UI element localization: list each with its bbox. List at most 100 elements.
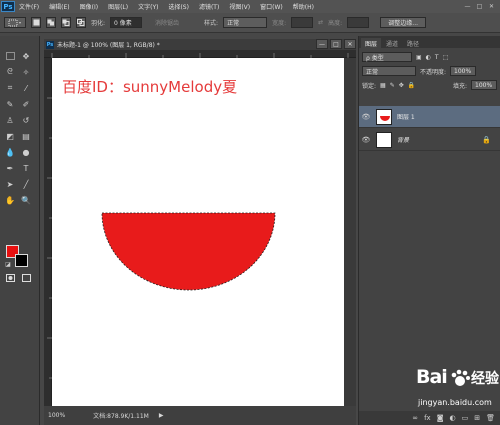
toolbox: ✥ ᘓ ✧ ⌗ ⁄ ✎ ✐ ♙ ↺ ◩ ▤ 💧 ● ✒ T ➤ ╱ ✋ 🔍 ◪ [0, 36, 40, 425]
antialias-checkbox[interactable]: 消除锯齿 [155, 18, 179, 27]
fill-input[interactable]: 100% [471, 80, 497, 90]
doc-minimize-button[interactable]: — [316, 39, 328, 49]
baidu-paw-icon [451, 369, 470, 386]
subtract-selection-icon[interactable] [61, 17, 71, 28]
line-tool-icon[interactable]: ╱ [20, 178, 32, 190]
layer-thumbnail [376, 131, 392, 148]
type-tool-icon[interactable]: T [20, 162, 32, 174]
lock-label: 锁定: [362, 82, 377, 90]
crop-tool-icon[interactable]: ⌗ [4, 82, 16, 94]
refine-edge-button[interactable]: 调整边缘... [380, 17, 427, 28]
clone-stamp-tool-icon[interactable]: ♙ [4, 114, 16, 126]
dodge-tool-icon[interactable]: ● [20, 146, 32, 158]
layer-name[interactable]: 图层 1 [397, 112, 415, 121]
path-selection-tool-icon[interactable]: ➤ [4, 178, 16, 190]
blur-tool-icon[interactable]: 💧 [4, 146, 16, 158]
lock-paint-icon[interactable]: ✎ [390, 82, 395, 89]
eraser-tool-icon[interactable]: ◩ [4, 130, 16, 142]
minimize-button[interactable]: — [463, 3, 472, 11]
new-selection-icon[interactable] [31, 17, 41, 28]
height-label: 高度: [328, 20, 343, 27]
history-brush-tool-icon[interactable]: ↺ [20, 114, 32, 126]
feather-label: 羽化: [91, 20, 106, 27]
doc-close-button[interactable]: ✕ [344, 39, 356, 49]
lock-all-icon[interactable]: 🔒 [408, 82, 415, 89]
menu-type[interactable]: 文字(Y) [138, 2, 158, 11]
quick-mask-icon[interactable] [4, 272, 16, 284]
filter-pixel-icon[interactable]: ▣ [416, 54, 422, 61]
add-selection-icon[interactable] [46, 17, 56, 28]
zoom-tool-icon[interactable]: 🔍 [20, 194, 32, 206]
panel-tab-row: 图层 通道 路径 [359, 36, 500, 48]
style-select[interactable]: 正常 [223, 17, 268, 28]
ruler-horizontal[interactable] [44, 50, 356, 58]
style-select-value: 正常 [227, 20, 240, 27]
rect-marquee-tool-icon[interactable] [4, 50, 16, 62]
layer-thumbnail [376, 108, 392, 125]
menu-view[interactable]: 视图(V) [229, 2, 250, 11]
visibility-eye-icon[interactable]: 👁 [359, 136, 373, 144]
width-input[interactable] [291, 17, 314, 28]
layer-name[interactable]: 背景 [397, 135, 409, 144]
menu-help[interactable]: 帮助(H) [293, 2, 314, 11]
document-info: 文档:878.9K/1.11M [93, 413, 149, 420]
document-canvas[interactable]: 百度ID：sunnyMelody夏 [52, 58, 344, 406]
tab-channels[interactable]: 通道 [382, 38, 402, 48]
feather-input[interactable]: 0 像素 [110, 17, 143, 28]
lock-transparent-icon[interactable]: ▦ [380, 82, 386, 89]
menu-window[interactable]: 窗口(W) [260, 2, 283, 11]
brush-tool-icon[interactable]: ✐ [20, 98, 32, 110]
options-bar: 羽化: 0 像素 消除锯齿 样式: 正常 宽度: ⇄ 高度: 调整边缘... [0, 13, 500, 33]
healing-brush-tool-icon[interactable]: ✎ [4, 98, 16, 110]
menu-layer[interactable]: 图层(L) [108, 2, 128, 11]
gradient-tool-icon[interactable]: ▤ [20, 130, 32, 142]
close-button[interactable]: ✕ [487, 3, 496, 11]
blend-row: 正常 不透明度: 100% [359, 64, 500, 78]
swap-dimensions-icon[interactable]: ⇄ [318, 19, 323, 26]
filter-adjust-icon[interactable]: ◐ [426, 54, 431, 61]
layer-row-layer1[interactable]: 👁 图层 1 [359, 106, 500, 128]
hand-tool-icon[interactable]: ✋ [4, 194, 16, 206]
menu-select[interactable]: 选择(S) [168, 2, 189, 11]
filter-type-icon[interactable]: T [435, 54, 439, 61]
filter-shape-icon[interactable]: ⬚ [443, 54, 449, 61]
red-semicircle-shape [101, 212, 276, 291]
menu-image[interactable]: 图像(I) [80, 2, 98, 11]
blend-mode-select[interactable]: 正常 [362, 66, 416, 76]
layer-lock-icon: 🔒 [482, 135, 491, 144]
lock-position-icon[interactable]: ✥ [399, 82, 404, 89]
move-tool-icon[interactable]: ✥ [20, 50, 32, 62]
maximize-button[interactable]: □ [475, 3, 484, 11]
watermark-url: jingyan.baidu.com [418, 398, 492, 407]
default-colors-icon[interactable]: ◪ [2, 258, 14, 270]
intersect-selection-icon[interactable] [76, 17, 86, 28]
canvas-artwork [101, 212, 276, 291]
tab-paths[interactable]: 路径 [403, 38, 423, 48]
magic-wand-tool-icon[interactable]: ✧ [20, 66, 32, 78]
ruler-ticks-v [47, 97, 52, 379]
ruler-vertical[interactable] [44, 58, 52, 406]
height-input[interactable] [347, 17, 370, 28]
menu-edit[interactable]: 编辑(E) [49, 2, 69, 11]
layer-filter-select[interactable]: ρ 类型 [362, 52, 412, 62]
status-menu-arrow-icon[interactable]: ▶ [159, 412, 164, 419]
width-label: 宽度: [272, 20, 287, 27]
visibility-eye-icon[interactable]: 👁 [359, 113, 373, 121]
doc-maximize-button[interactable]: □ [330, 39, 342, 49]
eyedropper-tool-icon[interactable]: ⁄ [20, 82, 32, 94]
layer-row-background[interactable]: 👁 背景 🔒 [359, 129, 500, 151]
screen-mode-icon[interactable] [20, 272, 32, 284]
zoom-level[interactable]: 100% [48, 412, 65, 419]
background-color-swatch[interactable] [15, 254, 28, 267]
document-ps-icon: Ps [46, 40, 54, 49]
vertical-scrollbar[interactable] [344, 58, 356, 406]
document-tab[interactable]: Ps 未标题-1 @ 100% (图层 1, RGB/8) * — □ ✕ [44, 39, 356, 50]
opacity-input[interactable]: 100% [450, 66, 477, 76]
menu-filter[interactable]: 滤镜(T) [199, 2, 219, 11]
menu-file[interactable]: 文件(F) [19, 2, 39, 11]
menu-bar: Ps 文件(F) 编辑(E) 图像(I) 图层(L) 文字(Y) 选择(S) 滤… [0, 0, 500, 13]
tab-layers[interactable]: 图层 [361, 38, 382, 48]
pen-tool-icon[interactable]: ✒ [4, 162, 16, 174]
lasso-tool-icon[interactable]: ᘓ [4, 66, 16, 78]
marquee-preset-picker[interactable] [4, 17, 26, 28]
